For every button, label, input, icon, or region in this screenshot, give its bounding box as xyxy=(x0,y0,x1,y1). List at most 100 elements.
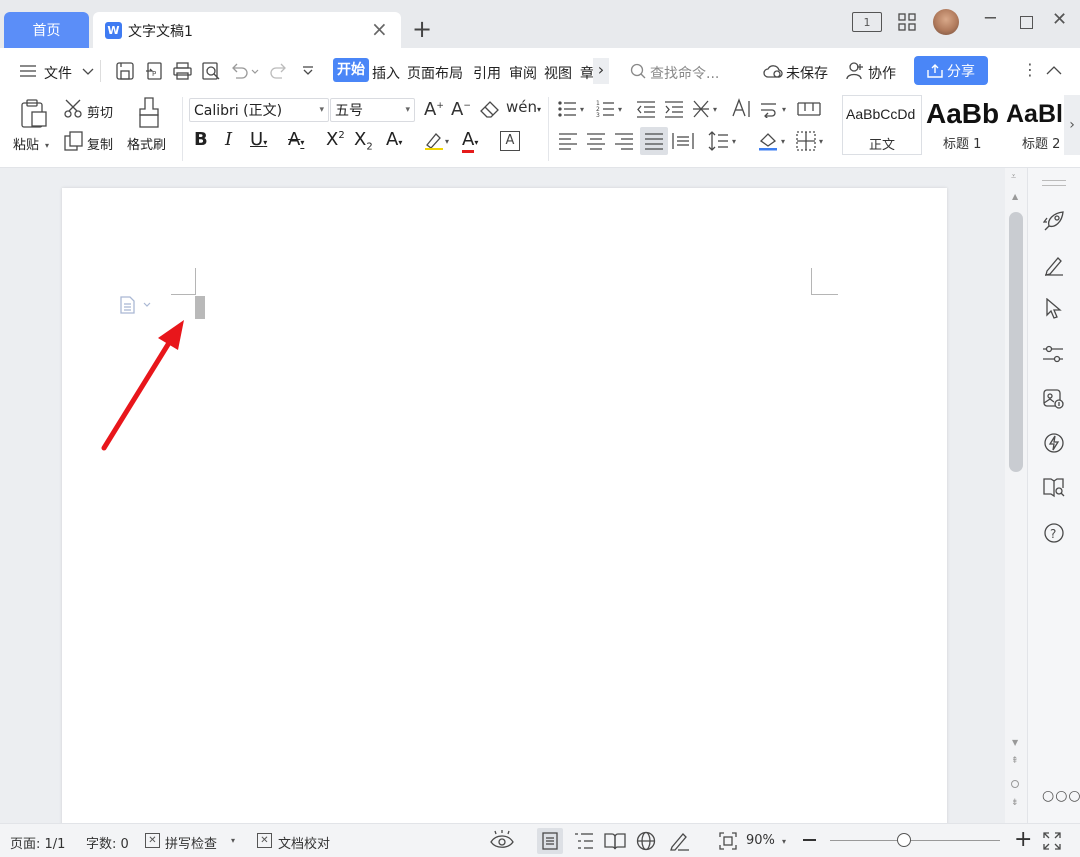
help-icon[interactable]: ? xyxy=(1043,522,1065,544)
quick-access-dropdown-icon[interactable] xyxy=(302,66,314,76)
print-preview-icon[interactable] xyxy=(202,62,220,80)
zoom-slider-track[interactable] xyxy=(830,840,1000,841)
write-mode-icon[interactable] xyxy=(668,831,690,851)
paste-button[interactable]: 粘贴 xyxy=(13,134,39,153)
tab-references[interactable]: 引用 xyxy=(473,63,501,83)
undo-icon[interactable] xyxy=(230,62,260,80)
align-right-icon[interactable] xyxy=(614,132,634,150)
grid-apps-icon[interactable] xyxy=(898,13,916,31)
redo-icon[interactable] xyxy=(268,62,288,80)
next-page-icon[interactable]: ⇟ xyxy=(1011,798,1019,808)
cut-button[interactable]: 剪切 xyxy=(87,102,113,121)
file-menu[interactable]: 文件 xyxy=(44,63,72,83)
superscript-icon[interactable]: X2 xyxy=(326,129,345,150)
style-normal[interactable]: AaBbCcDd 正文 xyxy=(842,95,922,155)
fullscreen-icon[interactable] xyxy=(1043,832,1061,850)
outline-view-icon[interactable] xyxy=(574,832,594,850)
format-painter-icon[interactable] xyxy=(136,97,162,129)
new-tab-button[interactable]: + xyxy=(412,14,432,44)
more-panel-icon[interactable]: ○○○ xyxy=(1042,788,1080,804)
cloud-sync-icon[interactable] xyxy=(763,63,783,79)
style-heading-2[interactable]: AaBl 标题 2 xyxy=(1005,95,1064,155)
highlight-icon[interactable]: ▾ xyxy=(424,131,454,151)
distribute-icon[interactable] xyxy=(672,132,694,150)
increase-font-icon[interactable]: A+ xyxy=(424,99,444,120)
shading-icon[interactable]: ▾ xyxy=(758,131,790,151)
pen-edit-icon[interactable] xyxy=(1043,254,1065,276)
eye-protection-icon[interactable] xyxy=(490,830,514,850)
reading-view-icon[interactable] xyxy=(604,832,626,850)
text-direction-icon[interactable] xyxy=(730,98,752,120)
justify-button[interactable] xyxy=(640,127,668,155)
unsaved-status[interactable]: 未保存 xyxy=(786,63,828,83)
phonetic-guide-icon[interactable]: wén▾ xyxy=(506,98,541,116)
panel-drag-handle[interactable] xyxy=(1042,180,1066,186)
tab-start[interactable]: 开始 xyxy=(333,58,369,82)
scroll-up-arrow[interactable]: ▲ xyxy=(1012,192,1018,201)
bold-icon[interactable]: B xyxy=(194,129,208,150)
decrease-font-icon[interactable]: A− xyxy=(451,99,471,120)
character-border-icon[interactable]: A xyxy=(500,131,520,151)
page-layout-icon[interactable]: 1 xyxy=(852,12,882,32)
share-button[interactable]: 分享 xyxy=(914,56,988,85)
italic-icon[interactable]: I xyxy=(225,129,232,150)
page-indicator[interactable]: 页面: 1/1 xyxy=(10,833,65,852)
zoom-level[interactable]: 90% xyxy=(746,833,775,848)
style-heading-1[interactable]: AaBb 标题 1 xyxy=(925,95,1007,155)
print-icon[interactable] xyxy=(173,62,192,80)
browse-object-icon[interactable] xyxy=(1011,780,1019,788)
more-tabs-button[interactable]: › xyxy=(593,58,609,84)
save-icon[interactable] xyxy=(116,62,134,80)
align-center-icon[interactable] xyxy=(586,132,606,150)
line-spacing-icon[interactable]: ▾ xyxy=(708,131,740,151)
tab-view[interactable]: 视图 xyxy=(544,63,572,83)
scrollbar-thumb[interactable] xyxy=(1009,212,1023,472)
chinese-layout-icon[interactable]: ▾ xyxy=(692,99,722,119)
image-tool-icon[interactable] xyxy=(1043,388,1065,410)
spell-check-button[interactable]: 拼写检查 xyxy=(165,833,217,852)
paste-icon[interactable] xyxy=(20,98,48,128)
font-color-icon[interactable]: A▾ xyxy=(462,129,478,153)
clear-format-icon[interactable] xyxy=(480,101,500,119)
tab-review[interactable]: 审阅 xyxy=(509,63,537,83)
underline-icon[interactable]: U▾ xyxy=(250,129,267,150)
zoom-in-button[interactable]: + xyxy=(1014,827,1032,853)
tab-insert[interactable]: 插入 xyxy=(372,63,400,83)
prev-page-icon[interactable]: ⇞ xyxy=(1011,756,1019,766)
web-view-icon[interactable] xyxy=(636,831,656,851)
scroll-down-arrow[interactable]: ▼ xyxy=(1012,738,1018,747)
table-tabs-icon[interactable] xyxy=(797,101,821,117)
document-page[interactable] xyxy=(62,188,947,828)
close-window-icon[interactable]: ✕ xyxy=(1052,9,1067,30)
cursor-select-icon[interactable] xyxy=(1044,298,1064,320)
fit-page-icon[interactable] xyxy=(719,832,737,850)
text-effect-icon[interactable]: A▾ xyxy=(386,129,402,150)
scissors-icon[interactable] xyxy=(64,99,84,119)
proofread-icon[interactable]: ✕ xyxy=(257,833,272,848)
book-search-icon[interactable] xyxy=(1043,476,1065,498)
styles-scroll-button[interactable]: › xyxy=(1064,95,1080,155)
collapse-ribbon-icon[interactable] xyxy=(1046,65,1062,75)
export-pdf-icon[interactable]: P xyxy=(145,62,163,80)
lightning-icon[interactable] xyxy=(1043,432,1065,454)
close-tab-icon[interactable]: × xyxy=(371,18,388,40)
format-painter-button[interactable]: 格式刷 xyxy=(127,134,166,153)
tab-document[interactable]: W 文字文稿1 × xyxy=(93,12,401,48)
copy-button[interactable]: 复制 xyxy=(87,134,113,153)
chevron-down-icon[interactable] xyxy=(82,68,94,76)
decrease-indent-icon[interactable] xyxy=(636,100,656,118)
increase-indent-icon[interactable] xyxy=(664,100,684,118)
page-view-button[interactable] xyxy=(537,828,563,854)
tab-chapter[interactable]: 章 xyxy=(580,63,594,83)
scroll-top-icon[interactable]: ⩡ xyxy=(1011,172,1016,182)
more-options-icon[interactable]: ⋮ xyxy=(1022,60,1038,80)
hamburger-menu-icon[interactable] xyxy=(20,64,36,78)
zoom-out-button[interactable] xyxy=(803,839,816,841)
borders-icon[interactable]: ▾ xyxy=(796,131,828,151)
font-size-select[interactable]: 五号 ▾ xyxy=(330,98,415,122)
spell-check-icon[interactable]: ✕ xyxy=(145,833,160,848)
command-search-input[interactable]: 查找命令... xyxy=(650,63,719,83)
tab-home[interactable]: 首页 xyxy=(4,12,89,48)
collaborate-label[interactable]: 协作 xyxy=(868,63,896,83)
bullet-list-icon[interactable]: ▾ xyxy=(558,100,588,118)
